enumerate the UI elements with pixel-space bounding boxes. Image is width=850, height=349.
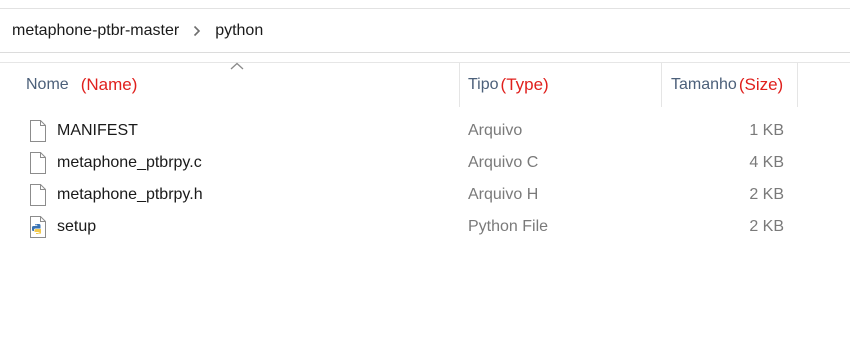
column-header-row: Nome (Name) Tipo (Type) Tamanho (Size) bbox=[0, 62, 850, 107]
column-header-size[interactable]: Tamanho (Size) bbox=[671, 63, 783, 107]
file-name: metaphone_ptbrpy.c bbox=[57, 154, 202, 171]
column-header-type-annotation: (Type) bbox=[500, 75, 549, 94]
python-file-icon bbox=[30, 216, 46, 238]
file-icon bbox=[30, 184, 46, 206]
column-header-size-label: Tamanho bbox=[671, 76, 737, 93]
breadcrumb: metaphone-ptbr-master python bbox=[0, 10, 850, 52]
file-icon bbox=[30, 120, 46, 142]
file-type: Arquivo bbox=[468, 122, 523, 139]
file-size: 2 KB bbox=[749, 186, 784, 203]
file-type: Arquivo C bbox=[468, 154, 539, 171]
column-header-name-annotation: (Name) bbox=[80, 75, 138, 94]
column-resize-handle[interactable] bbox=[459, 63, 460, 107]
column-header-type-label: Tipo bbox=[468, 76, 499, 93]
file-row[interactable]: setup Python File 2 KB bbox=[0, 212, 850, 244]
chevron-right-icon[interactable] bbox=[193, 25, 201, 37]
file-name: setup bbox=[57, 218, 97, 235]
file-size: 1 KB bbox=[749, 122, 784, 139]
file-size: 4 KB bbox=[749, 154, 784, 171]
file-name: MANIFEST bbox=[57, 122, 138, 139]
breadcrumb-item-metaphone-ptbr-master[interactable]: metaphone-ptbr-master bbox=[12, 22, 179, 40]
column-header-name-label: Nome bbox=[26, 76, 69, 93]
sort-ascending-icon bbox=[230, 62, 244, 70]
file-size: 2 KB bbox=[749, 218, 784, 235]
column-header-type[interactable]: Tipo (Type) bbox=[468, 63, 549, 107]
file-type: Python File bbox=[468, 218, 549, 235]
file-row[interactable]: metaphone_ptbrpy.h Arquivo H 2 KB bbox=[0, 180, 850, 212]
column-resize-handle[interactable] bbox=[661, 63, 662, 107]
file-row[interactable]: metaphone_ptbrpy.c Arquivo C 4 KB bbox=[0, 148, 850, 180]
divider bbox=[0, 52, 850, 53]
file-name: metaphone_ptbrpy.h bbox=[57, 186, 203, 203]
breadcrumb-item-python[interactable]: python bbox=[215, 22, 263, 40]
column-header-size-annotation: (Size) bbox=[738, 75, 784, 94]
file-row[interactable]: MANIFEST Arquivo 1 KB bbox=[0, 116, 850, 148]
file-icon bbox=[30, 152, 46, 174]
column-header-name[interactable]: Nome (Name) bbox=[26, 63, 137, 107]
file-type: Arquivo H bbox=[468, 186, 539, 203]
column-resize-handle[interactable] bbox=[797, 63, 798, 107]
window-top-edge bbox=[0, 0, 850, 9]
